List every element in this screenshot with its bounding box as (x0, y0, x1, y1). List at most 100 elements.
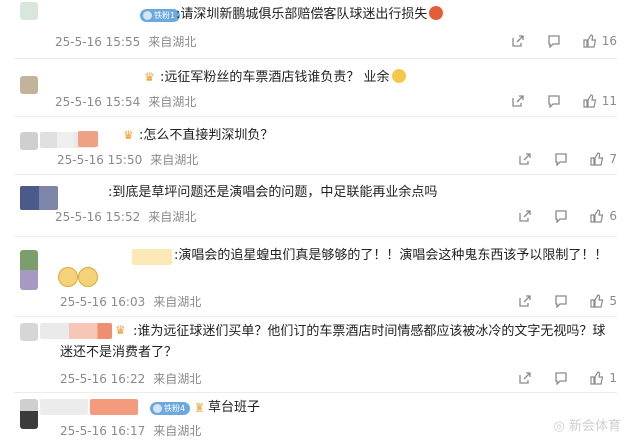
comment-icon (555, 295, 568, 308)
comment-icon (555, 372, 568, 385)
location: 来自湖北 (148, 210, 197, 224)
divider (14, 58, 617, 59)
timestamp: 25-5-16 16:17 (60, 424, 146, 438)
timestamp: 25-5-16 15:50 (57, 153, 143, 167)
comment-item: 铁粉4 ♜ 草台班子 25-5-16 16:17 来自湖北 (0, 394, 631, 442)
comment-icon (555, 153, 568, 166)
location: 来自湖北 (153, 295, 202, 309)
avatar[interactable] (20, 2, 38, 20)
divider (14, 316, 617, 317)
reply-button[interactable] (554, 294, 568, 308)
timestamp: 25-5-16 15:54 (55, 95, 141, 109)
location: 来自湖北 (150, 153, 199, 167)
crown-icon: ♛ (115, 323, 126, 337)
like-button[interactable]: 7 (590, 152, 617, 166)
bell-icon: ♜ (194, 401, 205, 415)
share-button[interactable] (511, 34, 525, 48)
avatar[interactable] (20, 250, 38, 290)
comment-text: :远征军粉丝的车票酒店钱谁负责？ 业余 (160, 68, 406, 87)
share-button[interactable] (518, 152, 532, 166)
comment-item: ♛ :远征军粉丝的车票酒店钱谁负责？ 业余 25-5-16 15:54 来自湖北 … (0, 60, 631, 115)
avatar[interactable] (20, 186, 58, 210)
username-mosaic (132, 249, 172, 265)
comment-meta: 25-5-16 15:55 来自湖北 (55, 33, 196, 50)
like-count: 11 (601, 94, 617, 108)
comment-actions: 5 (496, 293, 617, 309)
share-icon (512, 95, 524, 107)
share-icon (512, 35, 524, 47)
comment-meta: 25-5-16 15:50 来自湖北 (57, 151, 198, 168)
comment-actions: 16 (489, 33, 617, 49)
reply-button[interactable] (554, 371, 568, 385)
fan-badge: 铁粉4 (150, 402, 191, 415)
avatar[interactable] (20, 399, 38, 429)
crying-sticker-icon (58, 267, 78, 287)
comment-icon (548, 95, 560, 108)
reply-button[interactable] (554, 209, 568, 223)
thumbs-up-icon (583, 34, 596, 48)
thumbs-up-icon (583, 94, 596, 108)
location: 来自湖北 (148, 35, 197, 49)
crown-icon: ♛ (144, 70, 155, 84)
share-button[interactable] (518, 294, 532, 308)
comment-meta: 25-5-16 15:54 来自湖北 (55, 93, 196, 110)
comment-meta: 25-5-16 15:52 来自湖北 (55, 208, 196, 225)
reply-button[interactable] (547, 94, 561, 108)
thumbs-up-icon (590, 371, 604, 385)
username-mosaic (78, 131, 98, 147)
username-mosaic (90, 399, 138, 415)
like-button[interactable]: 6 (590, 209, 617, 223)
comment-item: ♛ :怎么不直接判深圳负？ 25-5-16 15:50 来自湖北 7 (0, 118, 631, 173)
comment-actions: 7 (496, 151, 617, 167)
timestamp: 25-5-16 16:03 (60, 295, 146, 309)
username-mosaic (40, 399, 88, 415)
like-count: 7 (609, 152, 617, 166)
timestamp: 25-5-16 15:55 (55, 35, 141, 49)
comment-item: :演唱会的追星蝗虫们真是够够的了！！演唱会这种鬼东西该予以限制了！！ 25-5-… (0, 238, 631, 314)
like-button[interactable]: 11 (583, 94, 617, 108)
comment-meta: 25-5-16 16:22 来自湖北 (60, 370, 201, 387)
comment-text: :请深圳新鹏城俱乐部赔偿客队球迷出行损失 (176, 5, 444, 24)
divider (14, 116, 617, 117)
like-button[interactable]: 5 (590, 294, 617, 308)
comment-actions: 11 (489, 93, 617, 109)
face-emoji-icon (429, 6, 444, 20)
divider (14, 392, 617, 393)
crying-sticker-icon (78, 267, 98, 287)
avatar[interactable] (20, 323, 38, 341)
location: 来自湖北 (148, 95, 197, 109)
share-icon (519, 210, 532, 222)
fan-badge: 铁粉1 (140, 9, 181, 22)
crown-icon: ♛ (123, 128, 134, 142)
like-button[interactable]: 1 (590, 371, 617, 385)
avatar[interactable] (20, 132, 38, 150)
comment-text-line2: 迷还不是消费者了？ (60, 345, 178, 360)
comment-meta: 25-5-16 16:03 来自湖北 (60, 293, 201, 310)
watermark: ◎ 新会体育 (553, 419, 622, 434)
badge-icon (153, 404, 162, 413)
avatar[interactable] (20, 76, 38, 94)
divider (14, 174, 617, 175)
comment-text: :演唱会的追星蝗虫们真是够够的了！！演唱会这种鬼东西该予以限制了！！ (174, 248, 608, 263)
share-icon (519, 153, 532, 165)
timestamp: 25-5-16 16:22 (60, 372, 146, 386)
comment-icon (555, 210, 568, 223)
like-count: 5 (609, 294, 617, 308)
comment-text: :到底是草坪问题还是演唱会的问题，中足联能再业余点吗 (108, 185, 438, 200)
share-icon (519, 295, 532, 307)
share-button[interactable] (518, 371, 532, 385)
comment-text: :怎么不直接判深圳负？ (139, 128, 274, 143)
reply-button[interactable] (547, 34, 561, 48)
like-button[interactable]: 16 (583, 34, 617, 48)
like-count: 16 (601, 34, 617, 48)
comment-item: :到底是草坪问题还是演唱会的问题，中足联能再业余点吗 25-5-16 15:52… (0, 176, 631, 231)
sweat-smile-emoji-icon (391, 69, 406, 83)
reply-button[interactable] (554, 152, 568, 166)
share-button[interactable] (511, 94, 525, 108)
divider (14, 236, 617, 237)
thumbs-up-icon (590, 209, 604, 223)
share-button[interactable] (518, 209, 532, 223)
comment-actions: 6 (496, 208, 617, 224)
comment-item: 铁粉1 :请深圳新鹏城俱乐部赔偿客队球迷出行损失 25-5-16 15:55 来自… (0, 0, 631, 52)
location: 来自湖北 (153, 424, 202, 438)
